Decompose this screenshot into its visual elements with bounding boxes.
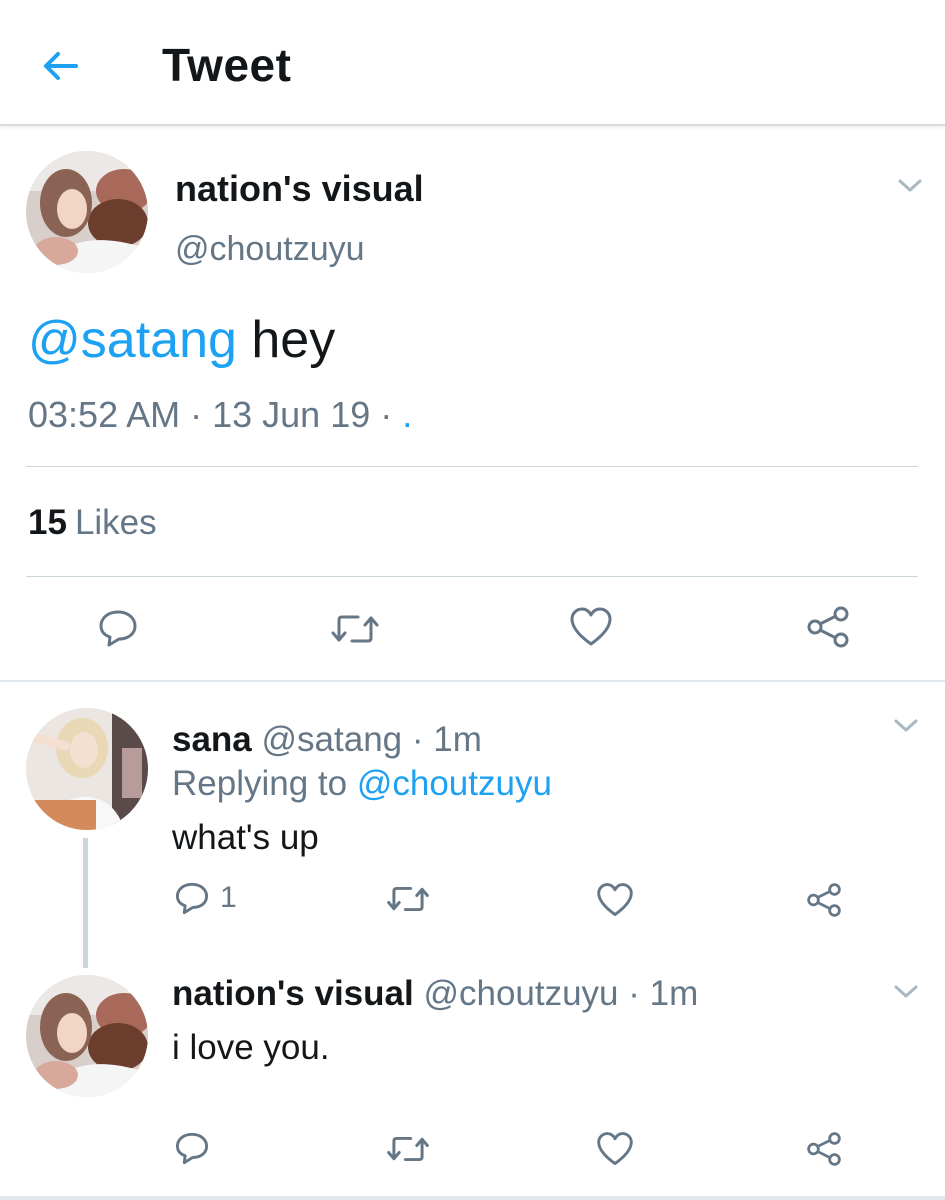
tweet-menu-button[interactable] xyxy=(892,982,920,1002)
tweet-text: @satang hey xyxy=(28,310,335,370)
reply-button[interactable] xyxy=(97,608,139,648)
reply-time: · 1m xyxy=(402,720,482,759)
reply-text: i love you. xyxy=(172,1028,330,1067)
share-button[interactable] xyxy=(806,1132,842,1166)
chevron-down-icon xyxy=(894,985,918,998)
arrow-left-icon xyxy=(44,52,78,80)
divider xyxy=(26,576,918,577)
replying-to-mention[interactable]: @choutzuyu xyxy=(357,764,552,803)
reply-icon xyxy=(99,610,137,647)
source-link[interactable]: . xyxy=(402,394,412,435)
chevron-down-icon xyxy=(894,719,918,732)
share-button[interactable] xyxy=(806,883,842,917)
meta-separator: · xyxy=(180,394,213,435)
page-title: Tweet xyxy=(162,39,292,91)
tweet-meta: 03:52 AM · 13 Jun 19 · . xyxy=(28,394,412,436)
share-icon xyxy=(807,1132,841,1166)
heart-icon xyxy=(597,1132,633,1166)
reply-text: what's up xyxy=(172,818,319,857)
meta-separator: · xyxy=(370,394,403,435)
chevron-down-icon xyxy=(898,179,922,192)
reply-button[interactable]: 1 xyxy=(174,880,237,916)
retweet-icon xyxy=(387,1136,429,1162)
reply-author-name[interactable]: sana xyxy=(172,720,252,759)
tweet-menu-button[interactable] xyxy=(896,176,924,196)
share-icon xyxy=(807,883,841,917)
reply-author-name[interactable]: nation's visual xyxy=(172,974,414,1013)
retweet-icon xyxy=(387,886,429,912)
likes-count: 15 xyxy=(28,503,67,542)
back-button[interactable] xyxy=(36,44,84,88)
reply-icon xyxy=(175,1132,209,1165)
thread-connector xyxy=(83,838,88,968)
divider xyxy=(26,466,918,467)
reply-header: nation's visual @choutzuyu · 1m xyxy=(172,974,698,1014)
avatar[interactable] xyxy=(26,975,148,1097)
retweet-button[interactable] xyxy=(386,1134,430,1164)
top-bar: Tweet xyxy=(0,0,945,126)
share-button[interactable] xyxy=(806,606,850,648)
author-handle[interactable]: @choutzuyu xyxy=(175,230,365,269)
likes-stat[interactable]: 15 Likes xyxy=(28,503,157,543)
reply-author-handle[interactable]: @satang xyxy=(252,720,403,759)
avatar[interactable] xyxy=(26,151,148,273)
tweet-body: hey xyxy=(236,311,336,369)
section-divider xyxy=(0,1196,945,1200)
reply-button[interactable] xyxy=(174,1130,210,1166)
retweet-button[interactable] xyxy=(386,884,430,914)
tweet-time: 03:52 AM xyxy=(28,394,181,435)
reply-author-handle[interactable]: @choutzuyu xyxy=(414,974,618,1013)
like-button[interactable] xyxy=(596,882,634,918)
tweet-date: 13 Jun 19 xyxy=(212,394,371,435)
replying-to-prefix: Replying to xyxy=(172,764,357,803)
replying-to: Replying to @choutzuyu xyxy=(172,764,552,804)
retweet-button[interactable] xyxy=(330,612,380,646)
retweet-icon xyxy=(331,615,379,643)
like-button[interactable] xyxy=(596,1131,634,1167)
heart-icon xyxy=(570,607,612,646)
avatar[interactable] xyxy=(26,708,148,830)
reply-count: 1 xyxy=(220,881,237,914)
likes-label: Likes xyxy=(74,503,157,542)
mention-link[interactable]: @satang xyxy=(28,311,237,369)
section-divider xyxy=(0,680,945,682)
heart-icon xyxy=(597,883,633,917)
tweet-menu-button[interactable] xyxy=(892,716,920,736)
reply-header: sana @satang · 1m xyxy=(172,720,482,760)
reply-icon xyxy=(175,882,209,915)
like-button[interactable] xyxy=(569,606,613,648)
share-icon xyxy=(807,606,849,648)
reply-time: · 1m xyxy=(618,974,699,1013)
author-name[interactable]: nation's visual xyxy=(175,168,424,210)
